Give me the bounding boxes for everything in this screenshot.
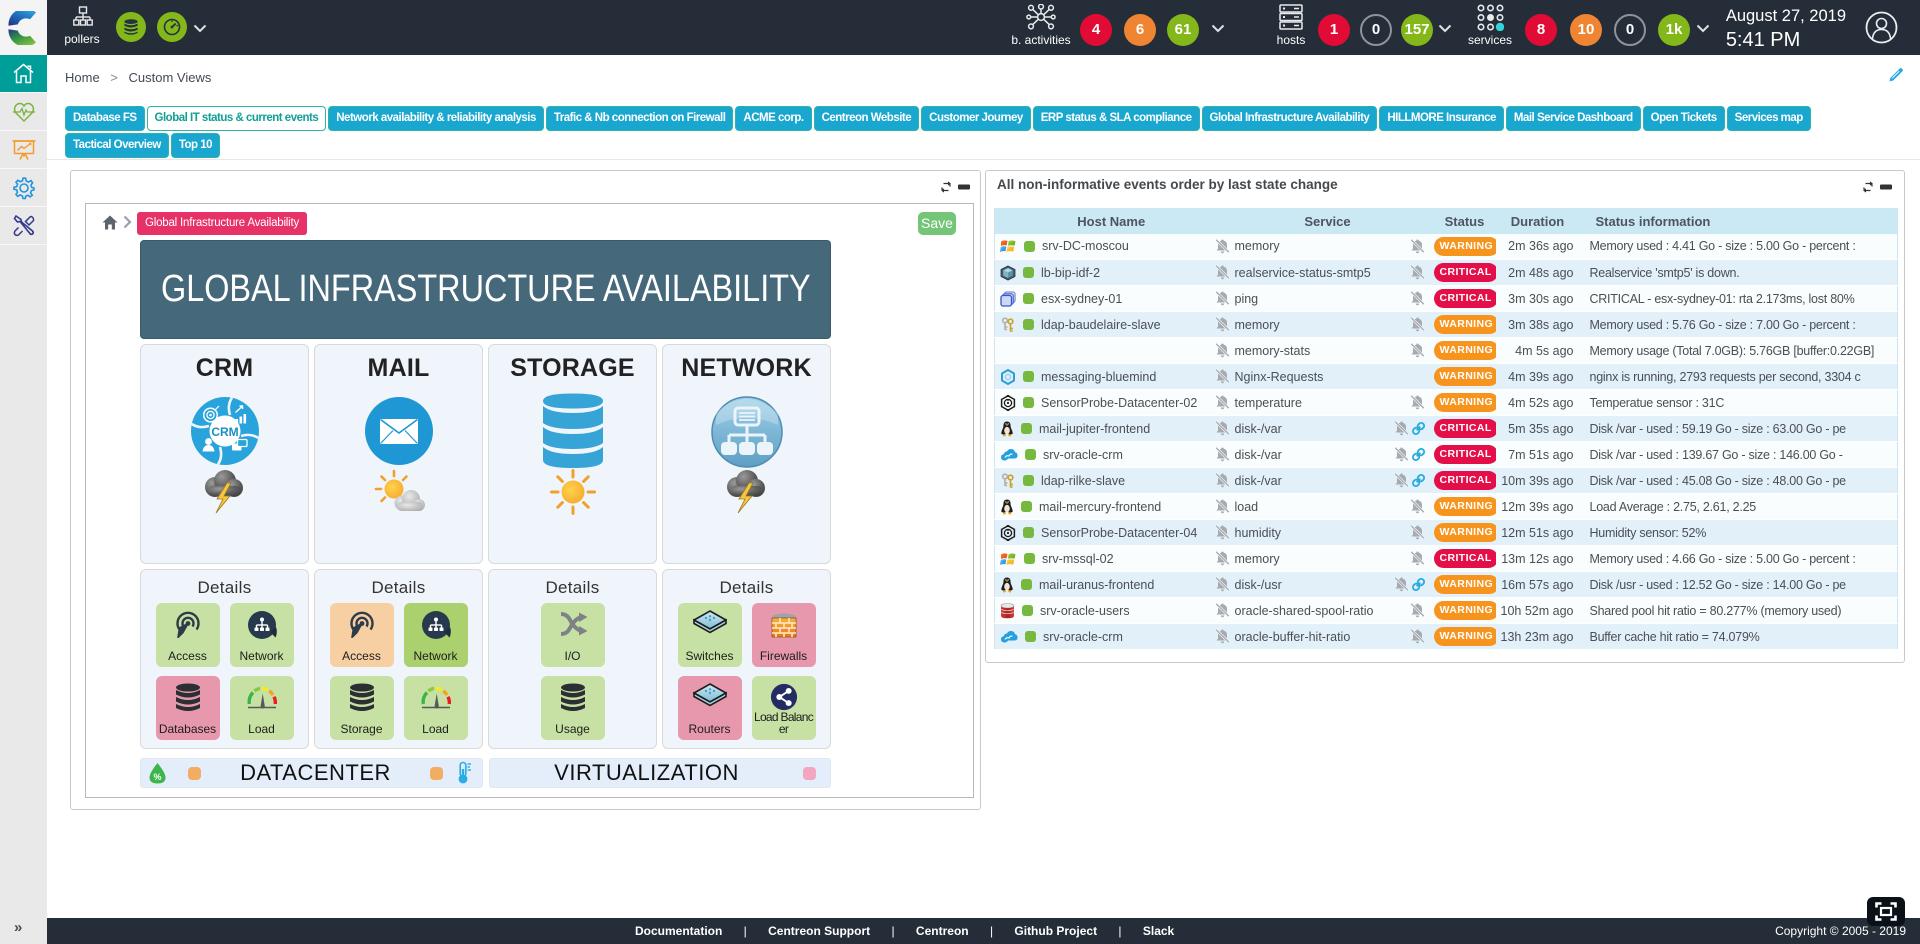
svg-text:%: % (153, 772, 161, 782)
svg-text:CRM: CRM (211, 425, 238, 439)
